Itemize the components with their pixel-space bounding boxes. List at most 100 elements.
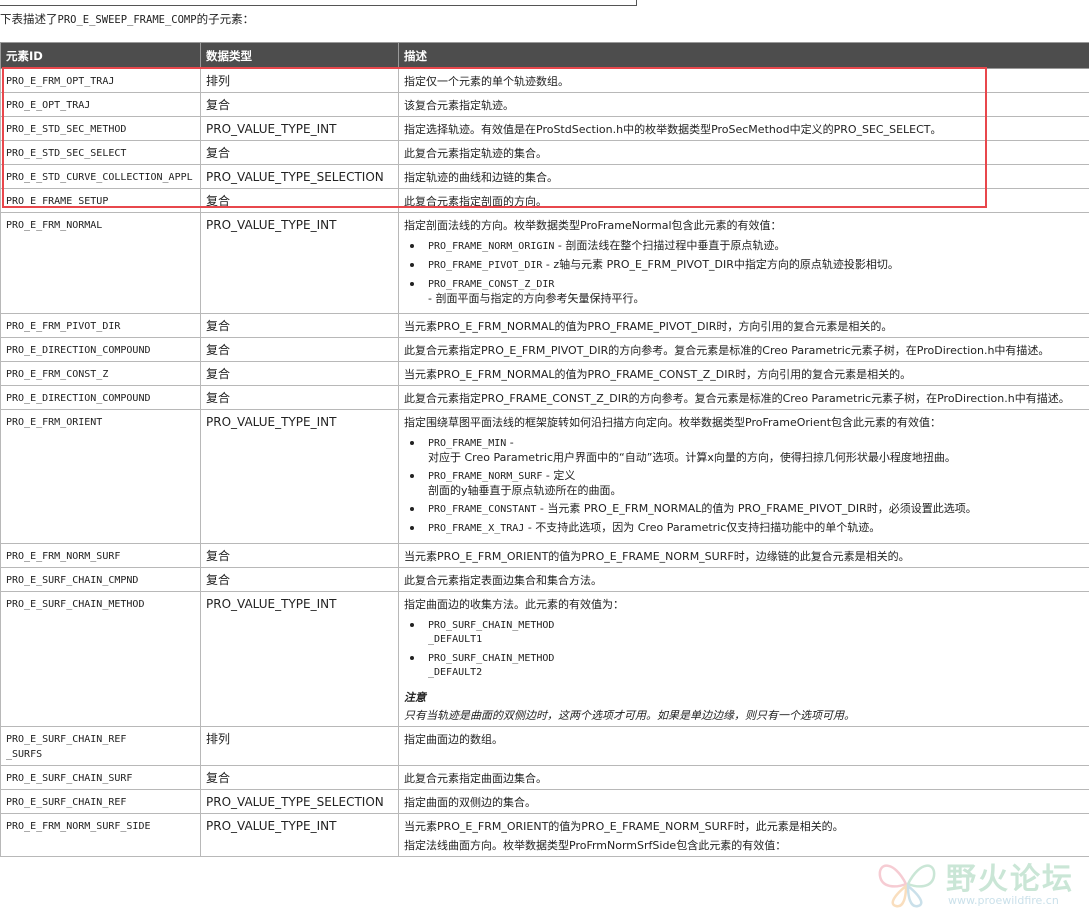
table-row: PRO_E_FRM_NORM_SURF_SIDE PRO_VALUE_TYPE_I… bbox=[0, 813, 1089, 857]
element-id-text: PRO_E_STD_SEC_SELECT bbox=[6, 148, 127, 159]
table-row: PRO_E_OPT_TRAJ 复合 该复合元素指定轨迹。 bbox=[0, 92, 1089, 117]
element-id-text: PRO_E_FRM_CONST_Z bbox=[6, 369, 109, 380]
cell-data-type: 复合 bbox=[200, 567, 399, 592]
option-code: PRO_SURF_CHAIN_METHOD bbox=[428, 620, 555, 631]
option-text: - 剖面法线在整个扫描过程中垂直于原点轨迹。 bbox=[554, 239, 786, 252]
cell-description: 指定围绕草图平面法线的框架旋转如何沿扫描方向定向。枚举数据类型ProFrameO… bbox=[398, 409, 1089, 544]
element-id-text: PRO_E_FRAME_SETUP bbox=[6, 196, 109, 207]
option-code: PRO_FRAME_CONSTANT bbox=[428, 504, 537, 515]
cell-element-id: PRO_E_DIRECTION_COMPOUND bbox=[0, 337, 201, 362]
element-id-text: PRO_E_SURF_CHAIN_REF bbox=[6, 797, 127, 808]
element-id-text: PRO_E_FRM_NORM_SURF bbox=[6, 551, 121, 562]
cell-element-id: PRO_E_FRM_ORIENT bbox=[0, 409, 201, 544]
cell-data-type: PRO_VALUE_TYPE_INT bbox=[200, 409, 399, 544]
note-body: 只有当轨迹是曲面的双侧边时，这两个选项才可用。如果是单边边缘，则只有一个选项可用… bbox=[404, 709, 855, 722]
option-item: PRO_SURF_CHAIN_METHOD _DEFAULT1 bbox=[404, 618, 1089, 647]
top-frame-border bbox=[0, 0, 637, 6]
table-body: PRO_E_FRM_OPT_TRAJ 排列 指定仅一个元素的单个轨迹数组。 PRO_E… bbox=[0, 68, 1089, 857]
cell-data-type: 复合 bbox=[200, 765, 399, 790]
cell-data-type: PRO_VALUE_TYPE_INT bbox=[200, 116, 399, 141]
description-text: 指定仅一个元素的单个轨迹数组。 bbox=[404, 75, 569, 88]
data-type-text: 复合 bbox=[206, 367, 231, 381]
description-text: 此复合元素指定剖面的方向。 bbox=[404, 195, 547, 208]
cell-element-id: PRO_E_SURF_CHAIN_REF bbox=[0, 789, 201, 814]
cell-data-type: PRO_VALUE_TYPE_INT bbox=[200, 813, 399, 857]
cell-element-id: PRO_E_SURF_CHAIN_METHOD bbox=[0, 591, 201, 727]
element-id-text: PRO_E_FRM_PIVOT_DIR bbox=[6, 321, 121, 332]
description-text: 此复合元素指定PRO_E_FRM_PIVOT_DIR的方向参考。复合元素是标准的… bbox=[404, 344, 1050, 357]
table-row: PRO_E_STD_SEC_SELECT 复合 此复合元素指定轨迹的集合。 bbox=[0, 140, 1089, 165]
description-text: 当元素PRO_E_FRM_NORMAL的值为PRO_FRAME_PIVOT_DI… bbox=[404, 320, 893, 333]
description-text: 指定选择轨迹。有效值是在ProStdSection.h中的枚举数据类型ProSe… bbox=[404, 123, 942, 136]
option-code: PRO_FRAME_CONST_Z_DIR bbox=[428, 279, 555, 290]
option-text-line2: 剖面的y轴垂直于原点轨迹所在的曲面。 bbox=[428, 484, 622, 497]
cell-description: 此复合元素指定轨迹的集合。 bbox=[398, 140, 1089, 165]
option-list: PRO_FRAME_MIN - 对应于 Creo Parametric用户界面中的… bbox=[404, 436, 1089, 536]
data-type-text: 复合 bbox=[206, 319, 231, 333]
cell-data-type: PRO_VALUE_TYPE_SELECTION bbox=[200, 789, 399, 814]
element-id-text: PRO_E_FRM_NORM_SURF_SIDE bbox=[6, 821, 151, 832]
data-type-text: PRO_VALUE_TYPE_INT bbox=[206, 218, 337, 232]
cell-element-id: PRO_E_OPT_TRAJ bbox=[0, 92, 201, 117]
element-table: 元素ID 数据类型 描述 PRO_E_FRM_OPT_TRAJ 排列 指定仅一个元素… bbox=[0, 42, 1089, 857]
table-row: PRO_E_SURF_CHAIN_REF _SURFS 排列 指定曲面边的数组。 bbox=[0, 726, 1089, 766]
option-item: PRO_FRAME_CONST_Z_DIR - 剖面平面与指定的方向参考矢量保持平… bbox=[404, 277, 1089, 306]
description-text: 当元素PRO_E_FRM_NORMAL的值为PRO_FRAME_CONST_Z_… bbox=[404, 368, 912, 381]
option-code: PRO_FRAME_NORM_ORIGIN bbox=[428, 241, 555, 252]
option-text: - z轴与元素 PRO_E_FRM_PIVOT_DIR中指定方向的原点轨迹投影相… bbox=[542, 258, 899, 271]
cell-description: 指定曲面的双侧边的集合。 bbox=[398, 789, 1089, 814]
cell-description: 此复合元素指定曲面边集合。 bbox=[398, 765, 1089, 790]
table-row: PRO_E_SURF_CHAIN_CMPND 复合 此复合元素指定表面边集合和集合方… bbox=[0, 567, 1089, 592]
option-text-line2: 对应于 Creo Parametric用户界面中的“自动”选项。计算x向量的方向… bbox=[428, 451, 956, 464]
cell-element-id: PRO_E_FRM_CONST_Z bbox=[0, 361, 201, 386]
table-row: PRO_E_FRM_NORMAL PRO_VALUE_TYPE_INT 指定剖面法线… bbox=[0, 212, 1089, 314]
cell-element-id: PRO_E_STD_CURVE_COLLECTION_APPL bbox=[0, 164, 201, 189]
watermark-url: www.proewildfire.cn bbox=[948, 894, 1059, 907]
table-row: PRO_E_DIRECTION_COMPOUND 复合 此复合元素指定PRO_E_F… bbox=[0, 337, 1089, 362]
cell-element-id: PRO_E_SURF_CHAIN_SURF bbox=[0, 765, 201, 790]
data-type-text: 排列 bbox=[206, 732, 231, 746]
option-text-line2: _DEFAULT1 bbox=[428, 634, 483, 645]
cell-data-type: 排列 bbox=[200, 68, 399, 93]
forum-watermark: 野火论坛 www.proewildfire.cn bbox=[876, 852, 1076, 914]
option-item: PRO_FRAME_PIVOT_DIR - z轴与元素 PRO_E_FRM_PI… bbox=[404, 258, 1089, 273]
cell-description: 指定曲面边的收集方法。此元素的有效值为： PRO_SURF_CHAIN_METHO… bbox=[398, 591, 1089, 727]
description-text-2: 指定法线曲面方向。枚举数据类型ProFrmNormSrfSide包含此元素的有效… bbox=[404, 839, 787, 852]
data-type-text: 复合 bbox=[206, 194, 231, 208]
cell-description: 此复合元素指定剖面的方向。 bbox=[398, 188, 1089, 213]
option-code: PRO_FRAME_X_TRAJ bbox=[428, 523, 525, 534]
option-item: PRO_FRAME_NORM_SURF - 定义 剖面的y轴垂直于原点轨迹所在的曲… bbox=[404, 469, 1089, 498]
cell-data-type: 复合 bbox=[200, 361, 399, 386]
table-header-row: 元素ID 数据类型 描述 bbox=[0, 42, 1089, 69]
table-row: PRO_E_FRM_ORIENT PRO_VALUE_TYPE_INT 指定围绕草图… bbox=[0, 409, 1089, 544]
data-type-text: 复合 bbox=[206, 549, 231, 563]
intro-text: 下表描述了PRO_E_SWEEP_FRAME_COMP的子元素： bbox=[0, 11, 254, 27]
description-text: 当元素PRO_E_FRM_ORIENT的值为PRO_E_FRAME_NORM_S… bbox=[404, 550, 910, 563]
cell-data-type: 复合 bbox=[200, 543, 399, 568]
data-type-text: PRO_VALUE_TYPE_INT bbox=[206, 819, 337, 833]
cell-element-id: PRO_E_FRAME_SETUP bbox=[0, 188, 201, 213]
intro-code: PRO_E_SWEEP_FRAME_COMP bbox=[57, 14, 197, 26]
table-row: PRO_E_FRM_OPT_TRAJ 排列 指定仅一个元素的单个轨迹数组。 bbox=[0, 68, 1089, 93]
description-text: 指定曲面边的数组。 bbox=[404, 733, 503, 746]
cell-element-id: PRO_E_STD_SEC_METHOD bbox=[0, 116, 201, 141]
table-row: PRO_E_SURF_CHAIN_SURF 复合 此复合元素指定曲面边集合。 bbox=[0, 765, 1089, 790]
element-id-text: PRO_E_SURF_CHAIN_CMPND bbox=[6, 575, 139, 586]
cell-description: 此复合元素指定PRO_E_FRM_PIVOT_DIR的方向参考。复合元素是标准的… bbox=[398, 337, 1089, 362]
header-element-id: 元素ID bbox=[0, 42, 201, 69]
description-text: 当元素PRO_E_FRM_ORIENT的值为PRO_E_FRAME_NORM_S… bbox=[404, 820, 844, 833]
cell-description: 指定剖面法线的方向。枚举数据类型ProFrameNormal包含此元素的有效值：… bbox=[398, 212, 1089, 314]
data-type-text: 复合 bbox=[206, 391, 231, 405]
option-item: PRO_FRAME_MIN - 对应于 Creo Parametric用户界面中的… bbox=[404, 436, 1089, 465]
cell-description: 当元素PRO_E_FRM_NORMAL的值为PRO_FRAME_CONST_Z_… bbox=[398, 361, 1089, 386]
element-id-text-cont: _SURFS bbox=[6, 749, 43, 760]
data-type-text: 复合 bbox=[206, 771, 231, 785]
cell-element-id: PRO_E_FRM_NORM_SURF bbox=[0, 543, 201, 568]
option-code: PRO_FRAME_MIN bbox=[428, 438, 507, 449]
table-row: PRO_E_FRM_NORM_SURF 复合 当元素PRO_E_FRM_ORIENT… bbox=[0, 543, 1089, 568]
element-id-text: PRO_E_STD_CURVE_COLLECTION_APPL bbox=[6, 172, 193, 183]
cell-data-type: 复合 bbox=[200, 188, 399, 213]
cell-element-id: PRO_E_STD_SEC_SELECT bbox=[0, 140, 201, 165]
element-id-text: PRO_E_SURF_CHAIN_REF bbox=[6, 734, 127, 745]
option-text: - 定义 bbox=[542, 469, 576, 482]
